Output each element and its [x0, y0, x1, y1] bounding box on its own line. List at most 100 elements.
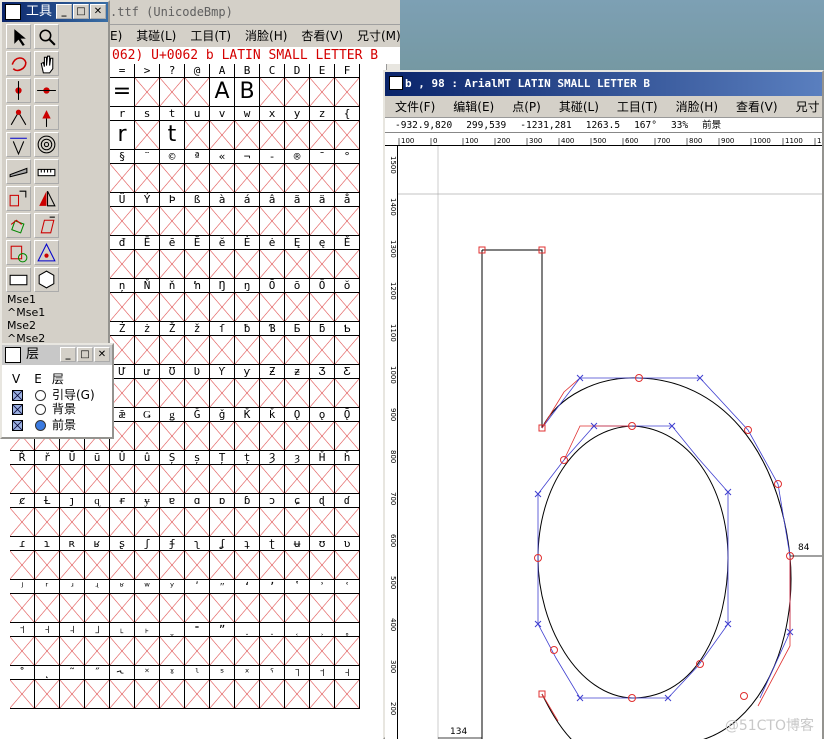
glyph-cell[interactable] [285, 680, 310, 709]
glyph-cell[interactable] [160, 465, 185, 494]
glyph-cell[interactable] [210, 637, 235, 666]
glyph-cell[interactable] [335, 422, 360, 451]
glyph-cell[interactable] [160, 637, 185, 666]
glyph-cell[interactable] [60, 680, 85, 709]
glyph-cell[interactable] [60, 594, 85, 623]
glyph-cell[interactable]: = [110, 78, 135, 107]
skew-tool-button[interactable] [34, 213, 59, 238]
glyph-cell[interactable] [85, 465, 110, 494]
glyph-cell[interactable] [135, 422, 160, 451]
glyph-cell[interactable] [160, 551, 185, 580]
maximize-button[interactable]: □ [73, 4, 89, 19]
glyph-cell[interactable] [285, 164, 310, 193]
triangle-tool-button[interactable] [34, 240, 59, 265]
glyph-cell[interactable] [310, 78, 335, 107]
glyph-cell[interactable] [210, 465, 235, 494]
glyph-cell[interactable] [135, 465, 160, 494]
glyph-cell[interactable] [335, 336, 360, 365]
glyph-cell[interactable] [310, 422, 335, 451]
glyph-cell[interactable] [35, 508, 60, 537]
glyph-cell[interactable] [335, 207, 360, 236]
glyph-cell[interactable] [235, 680, 260, 709]
menu-item[interactable]: 杏看(V) [301, 29, 343, 43]
glyph-cell[interactable] [160, 379, 185, 408]
glyph-cell[interactable] [85, 594, 110, 623]
glyph-cell[interactable] [335, 680, 360, 709]
glyph-cell[interactable] [110, 508, 135, 537]
glyph-cell[interactable] [235, 293, 260, 322]
glyph-cell[interactable] [135, 250, 160, 279]
tools-palette-titlebar[interactable]: 工具 _ □ ✕ [2, 2, 108, 22]
glyph-cell[interactable] [110, 637, 135, 666]
menu-item[interactable]: E) [110, 29, 122, 43]
glyph-editor-titlebar[interactable]: b , 98 : ArialMT LATIN SMALL LETTER B [385, 72, 822, 96]
glyph-cell[interactable] [185, 379, 210, 408]
freehand-tool-button[interactable] [6, 51, 31, 76]
glyph-cell[interactable] [285, 465, 310, 494]
glyph-cell[interactable] [285, 637, 310, 666]
glyph-cell[interactable] [35, 551, 60, 580]
glyph-cell[interactable] [235, 250, 260, 279]
glyph-cell[interactable] [235, 164, 260, 193]
glyph-cell[interactable] [60, 551, 85, 580]
glyph-cell[interactable] [185, 637, 210, 666]
glyph-cell[interactable] [210, 336, 235, 365]
glyph-cell[interactable] [160, 594, 185, 623]
glyph-cell[interactable] [335, 164, 360, 193]
glyph-canvas[interactable]: 84 134 @51CTO博客 [398, 146, 822, 739]
minimize-button[interactable]: _ [56, 4, 72, 19]
glyph-cell[interactable] [160, 250, 185, 279]
glyph-cell[interactable]: r [110, 121, 135, 150]
editor-menu-item[interactable]: 查看(V) [736, 100, 778, 114]
glyph-cell[interactable] [310, 121, 335, 150]
minimize-button[interactable]: _ [60, 347, 76, 362]
glyph-cell[interactable] [210, 164, 235, 193]
glyph-cell[interactable] [210, 422, 235, 451]
glyph-cell[interactable] [10, 594, 35, 623]
glyph-cell[interactable] [160, 164, 185, 193]
glyph-cell[interactable] [335, 508, 360, 537]
glyph-cell[interactable] [210, 680, 235, 709]
glyph-cell[interactable] [135, 680, 160, 709]
glyph-cell[interactable] [210, 293, 235, 322]
glyph-cell[interactable] [185, 508, 210, 537]
glyph-cell[interactable] [60, 508, 85, 537]
glyph-cell[interactable] [335, 293, 360, 322]
editor-menu-item[interactable]: 兄寸 [796, 100, 820, 114]
hand-tool-button[interactable] [34, 51, 59, 76]
glyph-cell[interactable] [235, 121, 260, 150]
glyph-cell[interactable] [10, 465, 35, 494]
glyph-cell[interactable] [310, 551, 335, 580]
pointer-tool-button[interactable] [6, 24, 31, 49]
curve-point-tool-button[interactable] [6, 78, 31, 103]
glyph-cell[interactable] [260, 336, 285, 365]
glyph-cell[interactable] [210, 508, 235, 537]
glyph-cell[interactable] [310, 680, 335, 709]
glyph-cell[interactable] [110, 594, 135, 623]
glyph-cell[interactable] [285, 422, 310, 451]
tangent-point-tool-button[interactable] [34, 105, 59, 130]
glyph-cell[interactable] [35, 680, 60, 709]
glyph-cell[interactable] [260, 293, 285, 322]
editor-menu-item[interactable]: 点(P) [512, 100, 541, 114]
glyph-cell[interactable] [310, 637, 335, 666]
rotate-tool-button[interactable] [6, 213, 31, 238]
glyph-cell[interactable] [260, 250, 285, 279]
glyph-cell[interactable] [260, 78, 285, 107]
glyph-cell[interactable] [185, 121, 210, 150]
glyph-cell[interactable] [335, 551, 360, 580]
glyph-cell[interactable] [260, 121, 285, 150]
glyph-cell[interactable] [160, 336, 185, 365]
glyph-cell[interactable] [260, 680, 285, 709]
glyph-cell[interactable] [135, 78, 160, 107]
glyph-cell[interactable] [185, 336, 210, 365]
hv-curve-point-tool-button[interactable] [34, 78, 59, 103]
layers-palette-titlebar[interactable]: 层 _ □ ✕ [2, 345, 112, 365]
editor-menu-item[interactable]: 编辑(E) [453, 100, 494, 114]
glyph-cell[interactable] [285, 594, 310, 623]
glyph-cell[interactable] [60, 465, 85, 494]
glyph-cell[interactable] [285, 78, 310, 107]
glyph-cell[interactable] [185, 422, 210, 451]
glyph-cell[interactable] [10, 508, 35, 537]
glyph-cell[interactable] [260, 422, 285, 451]
